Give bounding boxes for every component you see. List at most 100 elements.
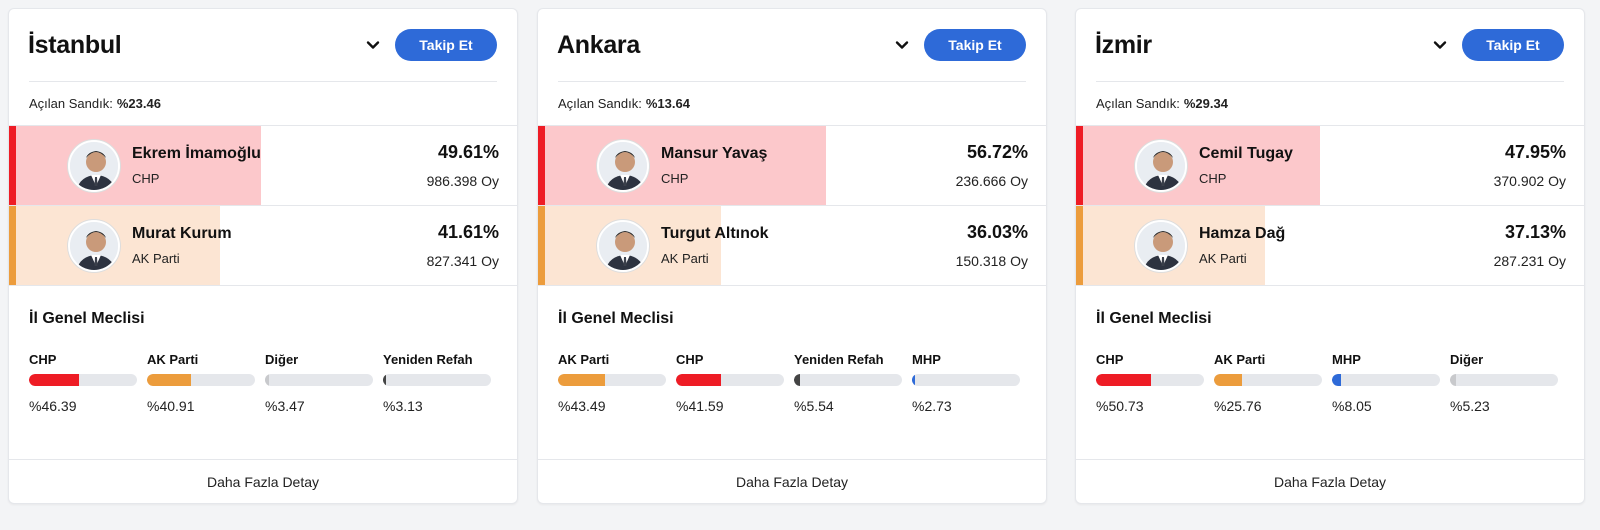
council-party-percent: %5.54	[794, 398, 834, 414]
council-title: İl Genel Meclisi	[1096, 310, 1212, 327]
council-party-percent: %5.23	[1450, 398, 1490, 414]
candidate-info: Cemil Tugay CHP	[1199, 145, 1494, 186]
council-bar-fill	[147, 374, 192, 386]
card-header: İzmir Takip Et	[1076, 9, 1584, 81]
more-details-link[interactable]: Daha Fazla Detay	[1076, 459, 1584, 503]
council-party: Yeniden Refah %3.13	[383, 352, 491, 414]
council-bar-track	[29, 374, 137, 386]
candidate-votes: 827.341 Oy	[426, 253, 499, 269]
council-party-name: Diğer	[1450, 352, 1484, 367]
council-party-percent: %46.39	[29, 398, 77, 414]
party-accent	[1076, 206, 1083, 285]
council-bar-fill	[794, 374, 800, 386]
city-card-izmir: İzmir Takip Et Açılan Sandık: %29.34 Cem…	[1075, 8, 1585, 504]
council-bar-track	[676, 374, 784, 386]
council-party-percent: %41.59	[676, 398, 724, 414]
opened-ballot-box: Açılan Sandık: %23.46	[9, 82, 517, 126]
candidate-name: Mansur Yavaş	[661, 145, 768, 162]
candidate-row[interactable]: Cemil Tugay CHP 47.95% 370.902 Oy	[1076, 126, 1584, 206]
opened-label: Açılan Sandık:	[558, 96, 642, 111]
council-party-percent: %3.47	[265, 398, 305, 414]
council-bar-fill	[1214, 374, 1242, 386]
candidate-party: CHP	[132, 171, 160, 186]
council-party-name: AK Parti	[147, 352, 199, 367]
council-party: CHP %50.73	[1096, 352, 1204, 414]
council-bar-fill	[383, 374, 387, 386]
candidate-info: Mansur Yavaş CHP	[661, 145, 956, 186]
candidate-row[interactable]: Ekrem İmamoğlu CHP 49.61% 986.398 Oy	[9, 126, 517, 206]
council-party-name: CHP	[676, 352, 704, 367]
party-accent	[9, 206, 16, 285]
candidate-row[interactable]: Hamza Dağ AK Parti 37.13% 287.231 Oy	[1076, 206, 1584, 286]
candidate-results: 49.61% 986.398 Oy	[427, 142, 517, 189]
follow-button[interactable]: Takip Et	[1462, 29, 1564, 61]
council-party: AK Parti %43.49	[558, 352, 666, 414]
council-bar-fill	[29, 374, 80, 386]
candidate-votes: 287.231 Oy	[1493, 253, 1566, 269]
council-party-name: Yeniden Refah	[794, 352, 884, 367]
follow-button[interactable]: Takip Et	[395, 29, 497, 61]
candidate-percent: 49.61%	[437, 142, 499, 162]
city-title: İzmir	[1095, 30, 1152, 59]
candidate-name: Cemil Tugay	[1199, 145, 1293, 162]
council-party: CHP %41.59	[676, 352, 784, 414]
opened-ballot-box: Açılan Sandık: %29.34	[1076, 82, 1584, 126]
council-party: AK Parti %25.76	[1214, 352, 1322, 414]
card-header: İstanbul Takip Et	[9, 9, 517, 81]
candidate-results: 36.03% 150.318 Oy	[956, 222, 1046, 269]
avatar	[1135, 219, 1187, 272]
council-party-name: CHP	[29, 352, 57, 367]
party-accent	[1076, 126, 1083, 205]
council-bar-track	[558, 374, 666, 386]
chevron-down-icon[interactable]	[1430, 35, 1450, 55]
council-title: İl Genel Meclisi	[558, 310, 674, 327]
candidate-party: AK Parti	[132, 251, 180, 266]
candidate-percent: 47.95%	[1504, 142, 1566, 162]
council-bar-fill	[265, 374, 269, 386]
council-bar-track	[265, 374, 373, 386]
council-party-percent: %25.76	[1214, 398, 1262, 414]
candidate-name: Murat Kurum	[132, 225, 232, 242]
council-bar-fill	[1332, 374, 1341, 386]
council-bar-fill	[558, 374, 605, 386]
candidate-percent: 36.03%	[966, 222, 1028, 242]
avatar	[597, 219, 649, 272]
avatar	[597, 139, 649, 192]
council-bar-fill	[676, 374, 721, 386]
candidate-info: Murat Kurum AK Parti	[132, 225, 427, 266]
council-party-percent: %40.91	[147, 398, 195, 414]
council-bar-track	[1096, 374, 1204, 386]
council-bar-track	[1332, 374, 1440, 386]
council-title: İl Genel Meclisi	[29, 310, 145, 327]
candidate-votes: 150.318 Oy	[955, 253, 1028, 269]
candidate-info: Turgut Altınok AK Parti	[661, 225, 956, 266]
council-party-percent: %3.13	[383, 398, 423, 414]
chevron-down-icon[interactable]	[892, 35, 912, 55]
candidate-percent: 41.61%	[437, 222, 499, 242]
council-bar-track	[147, 374, 255, 386]
candidate-percent: 56.72%	[966, 142, 1028, 162]
candidate-party: CHP	[661, 171, 689, 186]
candidate-row[interactable]: Turgut Altınok AK Parti 36.03% 150.318 O…	[538, 206, 1046, 286]
candidate-row[interactable]: Mansur Yavaş CHP 56.72% 236.666 Oy	[538, 126, 1046, 206]
council-bar-fill	[912, 374, 915, 386]
council-party-percent: %43.49	[558, 398, 606, 414]
more-details-link[interactable]: Daha Fazla Detay	[9, 459, 517, 503]
candidate-row[interactable]: Murat Kurum AK Parti 41.61% 827.341 Oy	[9, 206, 517, 286]
candidate-votes: 370.902 Oy	[1493, 173, 1566, 189]
council-party-name: Yeniden Refah	[383, 352, 473, 367]
more-details-link[interactable]: Daha Fazla Detay	[538, 459, 1046, 503]
council-party-name: MHP	[912, 352, 941, 367]
avatar	[1135, 139, 1187, 192]
opened-value: %29.34	[1183, 96, 1228, 111]
council-bar-fill	[1450, 374, 1456, 386]
avatar	[68, 219, 120, 272]
follow-button[interactable]: Takip Et	[924, 29, 1026, 61]
council-party: MHP %8.05	[1332, 352, 1440, 414]
opened-value: %23.46	[116, 96, 161, 111]
council-results: AK Parti %43.49 CHP %41.59 Yeniden Refah…	[538, 352, 1046, 414]
opened-label: Açılan Sandık:	[29, 96, 113, 111]
council-party-name: AK Parti	[1214, 352, 1266, 367]
party-accent	[9, 126, 16, 205]
chevron-down-icon[interactable]	[363, 35, 383, 55]
